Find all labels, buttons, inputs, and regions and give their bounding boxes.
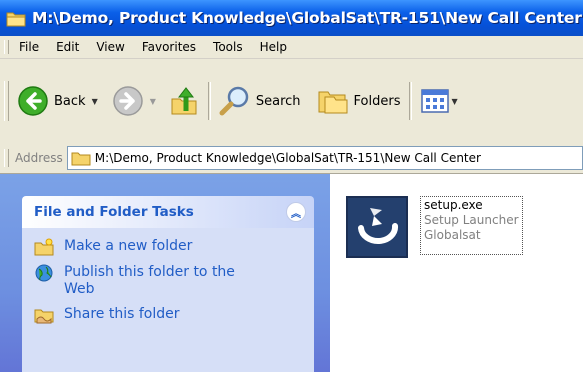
task-label: Share this folder — [64, 306, 180, 322]
folder-icon — [71, 152, 91, 166]
menu-help[interactable]: Help — [260, 40, 287, 54]
file-description: Setup Launcher — [424, 213, 519, 227]
search-label: Search — [255, 93, 301, 109]
back-arrow-icon — [18, 86, 48, 116]
search-icon — [219, 86, 249, 116]
file-details: setup.exe Setup Launcher Globalsat — [420, 196, 523, 255]
address-path: M:\Demo, Product Knowledge\GlobalSat\TR-… — [94, 151, 481, 165]
toolbar-separator — [207, 82, 211, 120]
file-folder-tasks-panel: File and Folder Tasks ︽ Make a new folde… — [22, 196, 314, 372]
task-make-new-folder[interactable]: Make a new folder — [34, 238, 314, 256]
task-publish-to-web[interactable]: Publish this folder to the Web — [34, 264, 314, 298]
views-dropdown-icon[interactable]: ▼ — [452, 97, 458, 106]
search-button[interactable]: Search — [219, 81, 301, 121]
task-share-folder[interactable]: Share this folder — [34, 306, 314, 324]
menu-bar: File Edit View Favorites Tools Help — [0, 36, 583, 59]
address-label: Address — [15, 151, 63, 165]
address-input[interactable]: M:\Demo, Product Knowledge\GlobalSat\TR-… — [66, 146, 583, 170]
toolbar-grip[interactable] — [4, 81, 9, 121]
file-company: Globalsat — [424, 228, 481, 242]
folders-icon — [318, 91, 348, 114]
new-folder-icon — [34, 238, 54, 256]
menu-view[interactable]: View — [96, 40, 124, 54]
task-panel-title: File and Folder Tasks — [34, 204, 194, 220]
setup-launcher-icon — [346, 196, 408, 258]
file-list-area[interactable]: setup.exe Setup Launcher Globalsat — [330, 174, 583, 372]
forward-button[interactable]: ▼ — [112, 81, 156, 121]
back-label: Back — [54, 93, 86, 109]
task-label: Publish this folder to the Web — [64, 264, 235, 297]
task-list: Make a new folder Publish this folder to… — [22, 228, 314, 372]
task-panel-header[interactable]: File and Folder Tasks ︽ — [22, 196, 314, 228]
collapse-chevron-icon[interactable]: ︽ — [286, 202, 306, 222]
toolbar-separator-2 — [408, 82, 412, 120]
publish-web-icon — [35, 264, 53, 282]
folders-label: Folders — [353, 93, 401, 109]
task-label: Make a new folder — [64, 238, 193, 254]
address-bar: Address M:\Demo, Product Knowledge\Globa… — [0, 143, 583, 174]
menu-tools[interactable]: Tools — [213, 40, 243, 54]
folder-icon — [6, 12, 26, 27]
up-folder-button[interactable] — [170, 81, 200, 121]
window-title: M:\Demo, Product Knowledge\GlobalSat\TR-… — [32, 9, 582, 27]
views-icon — [420, 89, 449, 113]
menu-grip[interactable] — [4, 40, 9, 54]
back-button[interactable]: Back ▼ — [17, 81, 98, 121]
file-name: setup.exe — [424, 198, 483, 212]
standard-toolbar: Back ▼ ▼ Search Folders ▼ — [0, 59, 583, 144]
menu-file[interactable]: File — [19, 40, 39, 54]
address-grip[interactable] — [4, 149, 9, 167]
title-bar[interactable]: M:\Demo, Product Knowledge\GlobalSat\TR-… — [0, 0, 583, 36]
up-folder-icon — [171, 87, 197, 115]
share-folder-icon — [34, 309, 54, 324]
menu-favorites[interactable]: Favorites — [142, 40, 196, 54]
task-pane: File and Folder Tasks ︽ Make a new folde… — [0, 174, 330, 372]
folders-button[interactable]: Folders — [317, 81, 401, 121]
forward-dropdown-icon[interactable]: ▼ — [150, 97, 156, 106]
file-item-setup[interactable]: setup.exe Setup Launcher Globalsat — [346, 196, 523, 258]
back-dropdown-icon[interactable]: ▼ — [92, 97, 98, 106]
menu-edit[interactable]: Edit — [56, 40, 79, 54]
views-button[interactable]: ▼ — [420, 81, 458, 121]
forward-arrow-icon — [112, 86, 143, 116]
